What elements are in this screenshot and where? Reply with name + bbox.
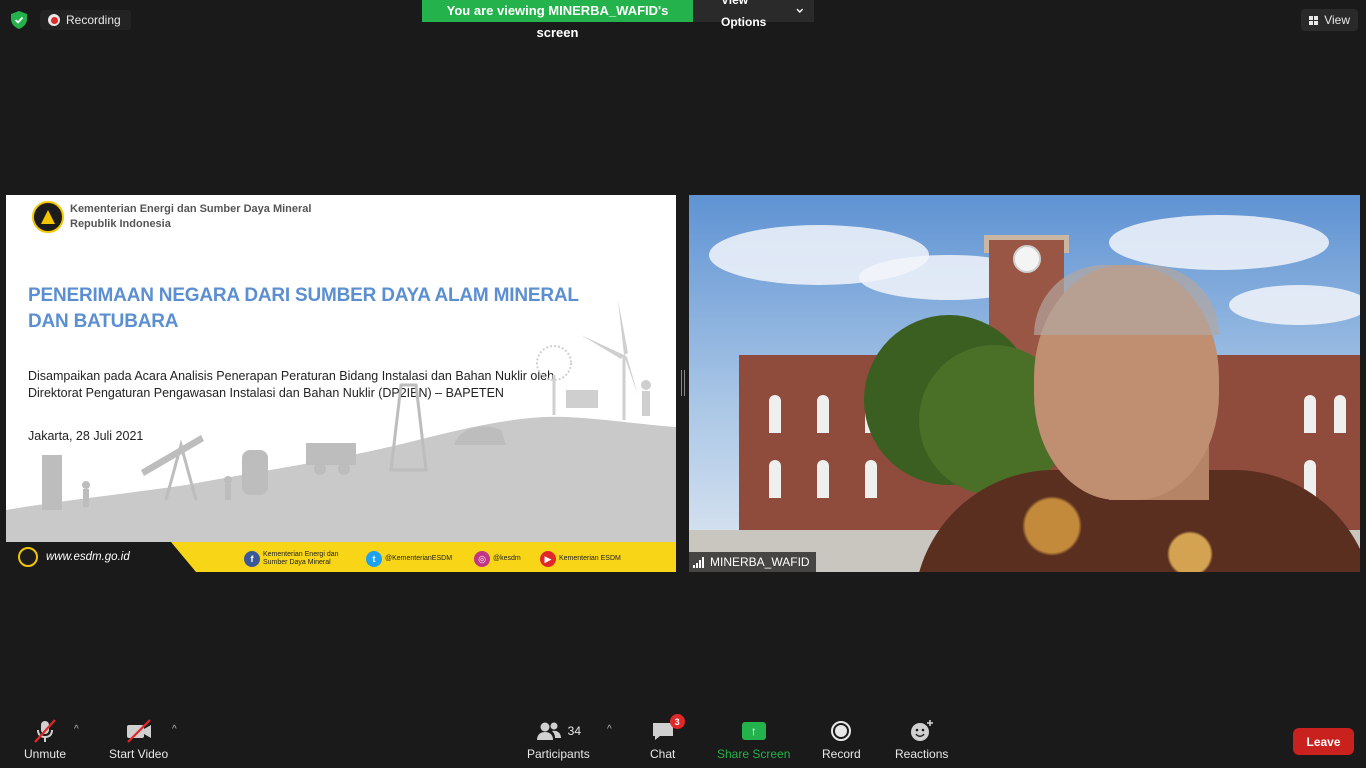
split-view-handle[interactable] — [681, 370, 685, 396]
grid-view-icon — [1309, 15, 1319, 25]
social-youtube: ▶ Kementerian ESDM — [540, 551, 621, 567]
footer-url-block: www.esdm.go.id — [6, 542, 196, 572]
microphone-muted-icon — [32, 718, 58, 744]
footer-url: www.esdm.go.id — [46, 551, 130, 563]
participants-options-caret-icon[interactable]: ^ — [607, 724, 612, 735]
facebook-line1: Kementerian Energi dan — [263, 551, 339, 558]
start-video-label: Start Video — [109, 747, 169, 761]
facebook-line2: Sumber Daya Mineral — [263, 559, 331, 566]
share-screen-label: Share Screen — [717, 747, 791, 761]
shield-check-icon[interactable] — [8, 9, 30, 31]
twitter-handle: @KementerianESDM — [385, 555, 453, 562]
participant-video-tile[interactable]: MINERBA_WAFID — [689, 195, 1360, 572]
instagram-handle: @kesdm — [493, 555, 521, 562]
record-button[interactable]: Record — [822, 718, 861, 761]
top-left-status: Recording — [8, 9, 131, 31]
participants-count: 34 — [567, 724, 582, 738]
chat-unread-badge: 3 — [669, 714, 685, 729]
instagram-icon: ◎ — [474, 551, 490, 567]
view-label: View — [1324, 13, 1350, 27]
shared-screen-slide: Kementerian Energi dan Sumber Daya Miner… — [6, 195, 676, 572]
esdm-logo — [32, 201, 64, 233]
social-instagram: ◎ @kesdm — [474, 551, 521, 567]
view-button[interactable]: View — [1301, 9, 1358, 31]
chat-label: Chat — [650, 747, 676, 761]
share-screen-arrow-icon: ↑ — [741, 722, 766, 740]
view-options-label: View Options — [721, 0, 767, 29]
unmute-label: Unmute — [24, 747, 67, 761]
record-label: Record — [822, 747, 861, 761]
chat-button[interactable]: 3 Chat — [650, 714, 685, 761]
clock-icon — [1013, 245, 1041, 273]
participant-name: MINERBA_WAFID — [710, 555, 810, 569]
participants-icon: 34 — [536, 718, 581, 744]
leave-button[interactable]: Leave — [1293, 728, 1354, 755]
record-icon — [831, 721, 852, 741]
ministry-country: Republik Indonesia — [70, 218, 171, 230]
reactions-button[interactable]: Reactions — [895, 718, 948, 761]
social-twitter: t @KementerianESDM — [366, 551, 452, 567]
share-screen-button[interactable]: ↑ Share Screen — [717, 718, 790, 761]
reactions-label: Reactions — [895, 747, 949, 761]
signal-bars-icon — [693, 556, 704, 568]
viewing-banner: You are viewing MINERBA_WAFID's screen V… — [422, 0, 814, 40]
record-dot-icon — [48, 14, 60, 26]
video-options-caret-icon[interactable]: ^ — [172, 724, 177, 735]
footer-esdm-logo — [18, 547, 38, 567]
viewing-screen-text: You are viewing MINERBA_WAFID's screen — [422, 0, 693, 40]
audio-options-caret-icon[interactable]: ^ — [74, 724, 79, 735]
camera-off-icon — [125, 718, 153, 744]
unmute-button[interactable]: Unmute — [24, 718, 66, 761]
youtube-icon: ▶ — [540, 551, 556, 567]
recording-label: Recording — [66, 13, 121, 27]
youtube-channel: Kementerian ESDM — [559, 555, 621, 562]
participants-label: Participants — [527, 747, 590, 761]
recording-indicator[interactable]: Recording — [40, 10, 131, 30]
ministry-header: Kementerian Energi dan Sumber Daya Miner… — [32, 201, 311, 233]
chat-icon: 3 — [651, 714, 685, 744]
chevron-down-icon — [796, 8, 804, 13]
energy-silhouette-illustration — [6, 300, 676, 545]
social-facebook: f Kementerian Energi dan Sumber Daya Min… — [244, 551, 339, 567]
twitter-icon: t — [366, 551, 382, 567]
ministry-name: Kementerian Energi dan Sumber Daya Miner… — [70, 203, 312, 215]
facebook-icon: f — [244, 551, 260, 567]
start-video-button[interactable]: Start Video — [109, 718, 168, 761]
participant-name-tag: MINERBA_WAFID — [689, 552, 816, 572]
view-options-button[interactable]: View Options — [693, 0, 814, 29]
smiley-plus-icon — [909, 718, 935, 744]
participants-button[interactable]: 34 Participants — [527, 718, 590, 761]
